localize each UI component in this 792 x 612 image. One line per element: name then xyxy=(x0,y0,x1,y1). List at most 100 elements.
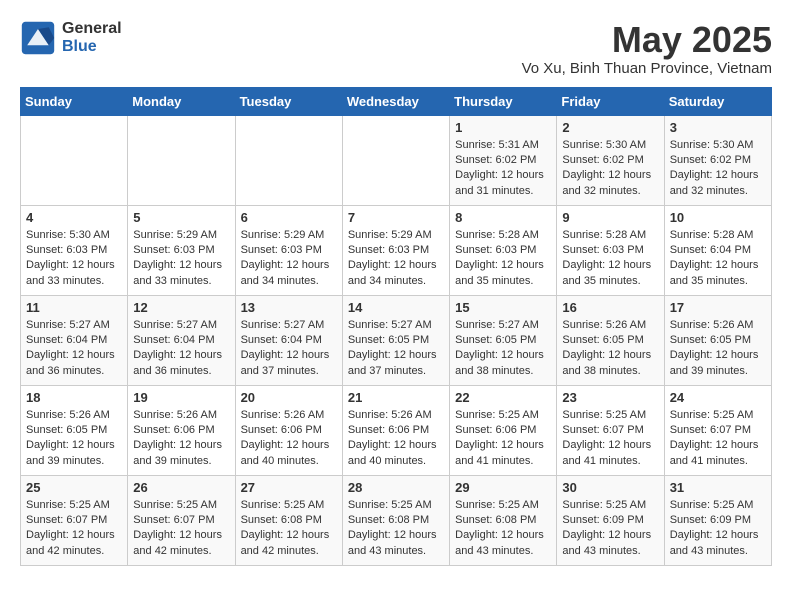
location: Vo Xu, Binh Thuan Province, Vietnam xyxy=(522,60,772,77)
title-block: May 2025 Vo Xu, Binh Thuan Province, Vie… xyxy=(522,20,772,77)
calendar-cell: 18Sunrise: 5:26 AM Sunset: 6:05 PM Dayli… xyxy=(21,385,128,475)
day-number: 5 xyxy=(133,210,229,225)
calendar-cell: 28Sunrise: 5:25 AM Sunset: 6:08 PM Dayli… xyxy=(342,475,449,565)
day-detail: Sunrise: 5:25 AM Sunset: 6:09 PM Dayligh… xyxy=(670,498,766,560)
day-number: 12 xyxy=(133,300,229,315)
calendar-cell: 6 Sunrise: 5:29 AM Sunset: 6:03 PM Daylig… xyxy=(235,205,342,295)
day-number: 1 xyxy=(455,120,551,135)
calendar-cell: 4 Sunrise: 5:30 AM Sunset: 6:03 PM Daylig… xyxy=(21,205,128,295)
calendar-week-row: 1Sunrise: 5:31 AM Sunset: 6:02 PM Daylig… xyxy=(21,115,772,205)
calendar-cell: 22 Sunrise: 5:25 AM Sunset: 6:06 PM Dayli… xyxy=(450,385,557,475)
day-detail: Sunrise: 5:26 AM Sunset: 6:05 PM Dayligh… xyxy=(26,408,122,470)
day-detail: Sunrise: 5:26 AM Sunset: 6:05 PM Dayligh… xyxy=(670,318,766,380)
weekday-header: Thursday xyxy=(450,87,557,115)
day-number: 15 xyxy=(455,300,551,315)
day-number: 10 xyxy=(670,210,766,225)
logo-icon xyxy=(20,20,56,56)
day-detail: Sunrise: 5:30 AM Sunset: 6:02 PM Dayligh… xyxy=(562,138,658,200)
weekday-header: Monday xyxy=(128,87,235,115)
day-number: 8 xyxy=(455,210,551,225)
calendar-cell: 19Sunrise: 5:26 AM Sunset: 6:06 PM Dayli… xyxy=(128,385,235,475)
day-detail: Sunrise: 5:25 AM Sunset: 6:06 PM Dayligh… xyxy=(455,408,551,470)
day-number: 21 xyxy=(348,390,444,405)
day-number: 22 xyxy=(455,390,551,405)
calendar-cell xyxy=(342,115,449,205)
day-number: 23 xyxy=(562,390,658,405)
calendar-cell xyxy=(21,115,128,205)
weekday-header: Sunday xyxy=(21,87,128,115)
day-number: 17 xyxy=(670,300,766,315)
day-detail: Sunrise: 5:27 AM Sunset: 6:04 PM Dayligh… xyxy=(241,318,337,380)
calendar-cell: 1Sunrise: 5:31 AM Sunset: 6:02 PM Daylig… xyxy=(450,115,557,205)
calendar-cell: 9Sunrise: 5:28 AM Sunset: 6:03 PM Daylig… xyxy=(557,205,664,295)
logo-text: General Blue xyxy=(62,20,122,55)
calendar-cell: 10 Sunrise: 5:28 AM Sunset: 6:04 PM Dayli… xyxy=(664,205,771,295)
day-number: 11 xyxy=(26,300,122,315)
day-detail: Sunrise: 5:29 AM Sunset: 6:03 PM Dayligh… xyxy=(348,228,444,290)
calendar-cell: 27 Sunrise: 5:25 AM Sunset: 6:08 PM Dayli… xyxy=(235,475,342,565)
calendar-cell: 8 Sunrise: 5:28 AM Sunset: 6:03 PM Daylig… xyxy=(450,205,557,295)
calendar-cell: 26Sunrise: 5:25 AM Sunset: 6:07 PM Dayli… xyxy=(128,475,235,565)
day-detail: Sunrise: 5:26 AM Sunset: 6:05 PM Dayligh… xyxy=(562,318,658,380)
day-detail: Sunrise: 5:29 AM Sunset: 6:03 PM Dayligh… xyxy=(241,228,337,290)
calendar-cell: 31 Sunrise: 5:25 AM Sunset: 6:09 PM Dayli… xyxy=(664,475,771,565)
calendar-week-row: 18Sunrise: 5:26 AM Sunset: 6:05 PM Dayli… xyxy=(21,385,772,475)
page-header: General Blue May 2025 Vo Xu, Binh Thuan … xyxy=(20,20,772,77)
calendar-cell: 11Sunrise: 5:27 AM Sunset: 6:04 PM Dayli… xyxy=(21,295,128,385)
calendar-cell: 23 Sunrise: 5:25 AM Sunset: 6:07 PM Dayli… xyxy=(557,385,664,475)
calendar-week-row: 25 Sunrise: 5:25 AM Sunset: 6:07 PM Dayli… xyxy=(21,475,772,565)
calendar-cell: 13 Sunrise: 5:27 AM Sunset: 6:04 PM Dayli… xyxy=(235,295,342,385)
logo-blue: Blue xyxy=(62,38,122,56)
calendar-cell: 20 Sunrise: 5:26 AM Sunset: 6:06 PM Dayli… xyxy=(235,385,342,475)
calendar-cell: 5Sunrise: 5:29 AM Sunset: 6:03 PM Daylig… xyxy=(128,205,235,295)
logo: General Blue xyxy=(20,20,122,56)
calendar-cell: 12 Sunrise: 5:27 AM Sunset: 6:04 PM Dayli… xyxy=(128,295,235,385)
day-detail: Sunrise: 5:26 AM Sunset: 6:06 PM Dayligh… xyxy=(241,408,337,470)
day-detail: Sunrise: 5:27 AM Sunset: 6:04 PM Dayligh… xyxy=(133,318,229,380)
day-number: 13 xyxy=(241,300,337,315)
weekday-header-row: SundayMondayTuesdayWednesdayThursdayFrid… xyxy=(21,87,772,115)
calendar-week-row: 11 Sunrise: 5:27 AM Sunset: 6:04 PM Dayli… xyxy=(21,295,772,385)
calendar-cell: 14 Sunrise: 5:27 AM Sunset: 6:05 PM Dayli… xyxy=(342,295,449,385)
day-number: 9 xyxy=(562,210,658,225)
calendar-cell: 16 Sunrise: 5:26 AM Sunset: 6:05 PM Dayli… xyxy=(557,295,664,385)
day-detail: Sunrise: 5:25 AM Sunset: 6:07 PM Dayligh… xyxy=(26,498,122,560)
day-detail: Sunrise: 5:28 AM Sunset: 6:03 PM Dayligh… xyxy=(455,228,551,290)
weekday-header: Saturday xyxy=(664,87,771,115)
calendar-table: SundayMondayTuesdayWednesdayThursdayFrid… xyxy=(20,87,772,566)
day-detail: Sunrise: 5:30 AM Sunset: 6:03 PM Dayligh… xyxy=(26,228,122,290)
day-number: 2 xyxy=(562,120,658,135)
calendar-cell: 24Sunrise: 5:25 AM Sunset: 6:07 PM Dayli… xyxy=(664,385,771,475)
calendar-cell xyxy=(128,115,235,205)
weekday-header: Friday xyxy=(557,87,664,115)
day-number: 6 xyxy=(241,210,337,225)
day-detail: Sunrise: 5:27 AM Sunset: 6:05 PM Dayligh… xyxy=(348,318,444,380)
day-detail: Sunrise: 5:25 AM Sunset: 6:07 PM Dayligh… xyxy=(562,408,658,470)
day-number: 3 xyxy=(670,120,766,135)
calendar-cell: 30 Sunrise: 5:25 AM Sunset: 6:09 PM Dayli… xyxy=(557,475,664,565)
day-number: 14 xyxy=(348,300,444,315)
day-number: 25 xyxy=(26,480,122,495)
day-number: 28 xyxy=(348,480,444,495)
day-detail: Sunrise: 5:30 AM Sunset: 6:02 PM Dayligh… xyxy=(670,138,766,200)
day-detail: Sunrise: 5:25 AM Sunset: 6:08 PM Dayligh… xyxy=(241,498,337,560)
day-number: 19 xyxy=(133,390,229,405)
calendar-cell: 29Sunrise: 5:25 AM Sunset: 6:08 PM Dayli… xyxy=(450,475,557,565)
day-detail: Sunrise: 5:26 AM Sunset: 6:06 PM Dayligh… xyxy=(348,408,444,470)
day-number: 31 xyxy=(670,480,766,495)
day-detail: Sunrise: 5:25 AM Sunset: 6:08 PM Dayligh… xyxy=(455,498,551,560)
logo-general: General xyxy=(62,20,122,38)
month-year: May 2025 xyxy=(522,20,772,60)
day-number: 27 xyxy=(241,480,337,495)
day-number: 16 xyxy=(562,300,658,315)
day-number: 26 xyxy=(133,480,229,495)
calendar-week-row: 4 Sunrise: 5:30 AM Sunset: 6:03 PM Daylig… xyxy=(21,205,772,295)
day-detail: Sunrise: 5:25 AM Sunset: 6:09 PM Dayligh… xyxy=(562,498,658,560)
calendar-cell: 21 Sunrise: 5:26 AM Sunset: 6:06 PM Dayli… xyxy=(342,385,449,475)
day-detail: Sunrise: 5:28 AM Sunset: 6:04 PM Dayligh… xyxy=(670,228,766,290)
day-number: 4 xyxy=(26,210,122,225)
day-number: 20 xyxy=(241,390,337,405)
day-number: 30 xyxy=(562,480,658,495)
calendar-cell: 17 Sunrise: 5:26 AM Sunset: 6:05 PM Dayli… xyxy=(664,295,771,385)
weekday-header: Wednesday xyxy=(342,87,449,115)
